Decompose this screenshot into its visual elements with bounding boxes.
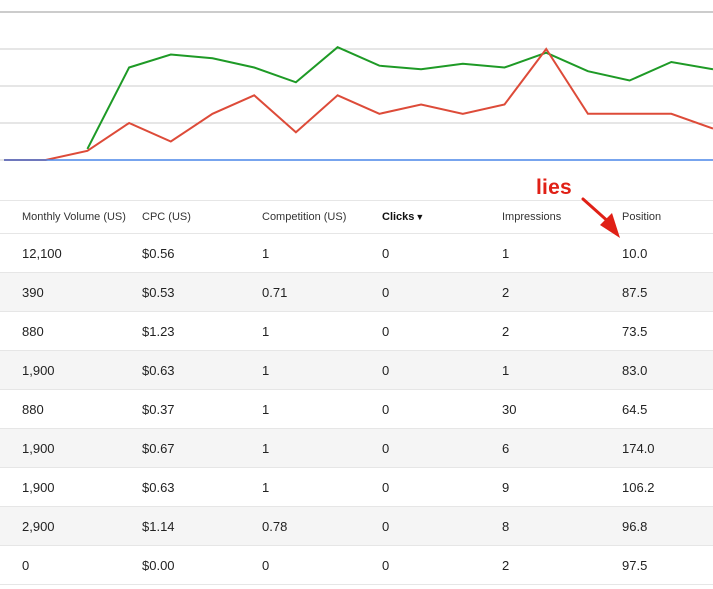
sort-descending-icon: ▼: [415, 212, 425, 222]
column-header-monthly-volume[interactable]: Monthly Volume (US): [22, 201, 126, 233]
table-header-row: Monthly Volume (US) CPC (US) Competition…: [0, 200, 713, 234]
table-row: 12,100 $0.56 1 0 1 10.0: [0, 234, 713, 273]
cell-position: 96.8: [622, 518, 648, 534]
table-row: 880 $1.23 1 0 2 73.5: [0, 312, 713, 351]
cell-impressions: 2: [502, 284, 510, 300]
chart-series: [4, 46, 713, 161]
cell-competition: 1: [262, 245, 270, 261]
cell-cpc: $1.23: [142, 323, 175, 339]
cell-clicks: 0: [382, 362, 390, 378]
cell-position: 73.5: [622, 323, 648, 339]
cell-position: 174.0: [622, 440, 655, 456]
cell-cpc: $0.63: [142, 479, 175, 495]
table-row: 1,900 $0.63 1 0 1 83.0: [0, 351, 713, 390]
cell-monthly-volume: 1,900: [22, 440, 55, 456]
trend-chart-svg: [0, 11, 713, 161]
column-header-label: Monthly Volume (US): [22, 211, 126, 223]
cell-position: 83.0: [622, 362, 648, 378]
cell-monthly-volume: 1,900: [22, 362, 55, 378]
cell-position: 87.5: [622, 284, 648, 300]
table-row: 880 $0.37 1 0 30 64.5: [0, 390, 713, 429]
column-header-cpc[interactable]: CPC (US): [142, 201, 191, 233]
trend-chart: [0, 0, 713, 175]
cell-competition: 0: [262, 557, 270, 573]
column-header-label: Competition (US): [262, 211, 347, 223]
cell-cpc: $0.56: [142, 245, 175, 261]
column-header-label: CPC (US): [142, 211, 191, 223]
column-header-competition[interactable]: Competition (US): [262, 201, 346, 233]
cell-monthly-volume: 1,900: [22, 479, 55, 495]
cell-monthly-volume: 0: [22, 557, 30, 573]
cell-monthly-volume: 880: [22, 323, 44, 339]
cell-cpc: $0.63: [142, 362, 175, 378]
cell-competition: 1: [262, 440, 270, 456]
cell-impressions: 2: [502, 557, 510, 573]
cell-clicks: 0: [382, 245, 390, 261]
cell-position: 106.2: [622, 479, 655, 495]
cell-monthly-volume: 12,100: [22, 245, 62, 261]
cell-competition: 1: [262, 362, 270, 378]
cell-position: 97.5: [622, 557, 648, 573]
cell-competition: 1: [262, 323, 270, 339]
cell-clicks: 0: [382, 557, 390, 573]
cell-impressions: 1: [502, 245, 510, 261]
cell-monthly-volume: 880: [22, 401, 44, 417]
cell-monthly-volume: 2,900: [22, 518, 55, 534]
cell-impressions: 8: [502, 518, 510, 534]
table-row: 1,900 $0.63 1 0 9 106.2: [0, 468, 713, 507]
column-header-label: Impressions: [502, 211, 562, 223]
keyword-table: Monthly Volume (US) CPC (US) Competition…: [0, 200, 713, 585]
table-row: 2,900 $1.14 0.78 0 8 96.8: [0, 507, 713, 546]
cell-competition: 0.71: [262, 284, 288, 300]
cell-impressions: 6: [502, 440, 510, 456]
cell-clicks: 0: [382, 284, 390, 300]
cell-clicks: 0: [382, 518, 390, 534]
cell-clicks: 0: [382, 440, 390, 456]
cell-impressions: 9: [502, 479, 510, 495]
cell-cpc: $0.67: [142, 440, 175, 456]
cell-impressions: 30: [502, 401, 517, 417]
cell-cpc: $0.53: [142, 284, 175, 300]
cell-monthly-volume: 390: [22, 284, 44, 300]
column-header-clicks[interactable]: Clicks ▼: [382, 201, 424, 233]
cell-competition: 1: [262, 401, 270, 417]
table-row: 1,900 $0.67 1 0 6 174.0: [0, 429, 713, 468]
cell-position: 64.5: [622, 401, 648, 417]
cell-position: 10.0: [622, 245, 648, 261]
column-header-impressions[interactable]: Impressions: [502, 201, 561, 233]
column-header-label: Position: [622, 211, 662, 223]
keyword-report: Monthly Volume (US) CPC (US) Competition…: [0, 0, 713, 589]
cell-clicks: 0: [382, 323, 390, 339]
annotation-label: lies: [536, 176, 572, 199]
cell-impressions: 2: [502, 323, 510, 339]
table-row: 0 $0.00 0 0 2 97.5: [0, 546, 713, 585]
table-row: 390 $0.53 0.71 0 2 87.5: [0, 273, 713, 312]
cell-impressions: 1: [502, 362, 510, 378]
cell-cpc: $0.37: [142, 401, 175, 417]
cell-clicks: 0: [382, 479, 390, 495]
cell-clicks: 0: [382, 401, 390, 417]
column-header-position[interactable]: Position: [622, 201, 661, 233]
cell-cpc: $1.14: [142, 518, 175, 534]
cell-competition: 1: [262, 479, 270, 495]
column-header-label: Clicks: [382, 211, 415, 223]
cell-competition: 0.78: [262, 518, 288, 534]
cell-cpc: $0.00: [142, 557, 175, 573]
